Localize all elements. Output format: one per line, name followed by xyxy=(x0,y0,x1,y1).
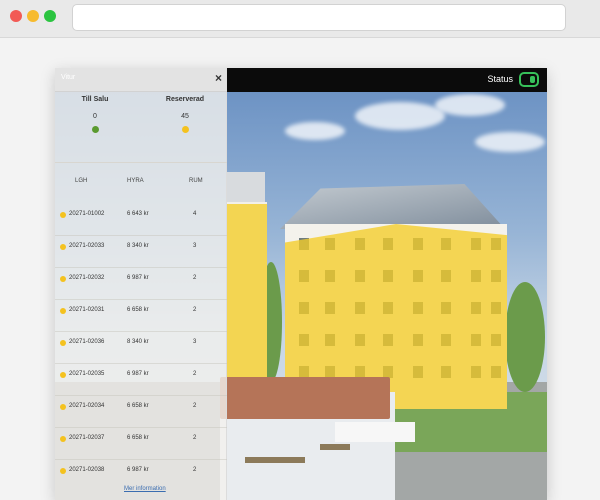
yellow-status-dot-icon xyxy=(181,126,189,133)
green-status-dot-icon xyxy=(91,126,99,133)
apartment-rooms: 3 xyxy=(193,339,197,345)
summary-label: Till Salu xyxy=(81,96,109,103)
status-dot-icon xyxy=(60,436,66,442)
apartment-id: 20271-02036 xyxy=(69,339,105,345)
apartment-id: 20271-02032 xyxy=(69,275,105,281)
table-row[interactable]: 20271-02034 6 658 kr 2 xyxy=(55,396,227,428)
status-dot-icon xyxy=(60,372,66,378)
cloud xyxy=(475,132,545,152)
status-toggle[interactable] xyxy=(519,72,539,87)
status-dot-icon xyxy=(60,244,66,250)
apartment-id: 20271-02034 xyxy=(69,403,105,409)
apartment-rent: 6 658 kr xyxy=(127,403,149,409)
table-row[interactable]: 20271-02037 6 658 kr 2 xyxy=(55,428,227,460)
summary-count: 0 xyxy=(93,113,97,120)
status-dot-icon xyxy=(60,308,66,314)
apartment-rent: 6 643 kr xyxy=(127,211,149,217)
apartment-rooms: 2 xyxy=(193,307,197,313)
summary-count: 45 xyxy=(181,113,189,120)
apartment-rooms: 2 xyxy=(193,275,197,281)
table-row[interactable]: 20271-01002 6 643 kr 4 xyxy=(55,204,227,236)
summary-for-sale[interactable]: Till Salu 0 xyxy=(65,96,125,138)
apartment-rent: 6 658 kr xyxy=(127,307,149,313)
more-info-link[interactable]: Mer information xyxy=(124,486,166,492)
apartment-rent: 6 658 kr xyxy=(127,435,149,441)
status-label: Status xyxy=(487,74,513,84)
apartment-rent: 6 987 kr xyxy=(127,275,149,281)
status-dot-icon xyxy=(60,212,66,218)
apartment-rent: 6 987 kr xyxy=(127,371,149,377)
building-viewer: Status Vitur × Till Salu 0 Reserverad 45… xyxy=(55,68,547,500)
column-header-hyra[interactable]: HYRA xyxy=(127,178,144,184)
status-dot-icon xyxy=(60,276,66,282)
apartment-rooms: 2 xyxy=(193,467,197,473)
green-roof xyxy=(220,377,390,419)
garage-window xyxy=(245,457,305,463)
close-window-icon[interactable] xyxy=(10,10,22,22)
toggle-knob xyxy=(530,76,535,83)
apartment-rent: 8 340 kr xyxy=(127,243,149,249)
apartment-rooms: 3 xyxy=(193,243,197,249)
apartment-panel: Vitur × Till Salu 0 Reserverad 45 LGH HY… xyxy=(55,68,227,500)
apartment-rooms: 2 xyxy=(193,435,197,441)
cloud xyxy=(355,102,445,130)
maximize-window-icon[interactable] xyxy=(44,10,56,22)
apartment-id: 20271-02031 xyxy=(69,307,105,313)
apartment-rent: 6 987 kr xyxy=(127,467,149,473)
table-row[interactable]: 20271-02035 6 987 kr 2 xyxy=(55,364,227,396)
apartment-id: 20271-02038 xyxy=(69,467,105,473)
garage-window xyxy=(320,444,350,450)
address-bar[interactable] xyxy=(72,4,566,31)
summary-label: Reserverad xyxy=(165,96,205,103)
cloud xyxy=(435,94,505,116)
close-icon[interactable]: × xyxy=(215,71,222,85)
panel-header: Vitur × xyxy=(55,68,227,92)
apartment-rooms: 2 xyxy=(193,403,197,409)
column-header-rum[interactable]: RUM xyxy=(189,178,203,184)
summary-reserved[interactable]: Reserverad 45 xyxy=(155,96,215,138)
tree xyxy=(505,282,545,392)
left-building-roof xyxy=(227,172,265,204)
panel-title: Vitur xyxy=(61,74,76,81)
apartment-rooms: 4 xyxy=(193,211,197,217)
divider xyxy=(55,162,227,163)
browser-toolbar xyxy=(0,0,600,38)
apartment-id: 20271-02033 xyxy=(69,243,105,249)
apartment-rooms: 2 xyxy=(193,371,197,377)
fence xyxy=(335,422,415,442)
apartment-rent: 8 340 kr xyxy=(127,339,149,345)
apartment-id: 20271-02037 xyxy=(69,435,105,441)
cloud xyxy=(285,122,345,140)
apartment-id: 20271-01002 xyxy=(69,211,105,217)
left-building-highlight[interactable] xyxy=(227,204,267,389)
minimize-window-icon[interactable] xyxy=(27,10,39,22)
table-row[interactable]: 20271-02032 6 987 kr 2 xyxy=(55,268,227,300)
viewer-topbar: Status xyxy=(227,68,547,92)
apartment-id: 20271-02035 xyxy=(69,371,105,377)
table-row[interactable]: 20271-02036 8 340 kr 3 xyxy=(55,332,227,364)
status-dot-icon xyxy=(60,468,66,474)
table-row[interactable]: 20271-02033 8 340 kr 3 xyxy=(55,236,227,268)
table-row[interactable]: 20271-02031 6 658 kr 2 xyxy=(55,300,227,332)
status-dot-icon xyxy=(60,404,66,410)
status-dot-icon xyxy=(60,340,66,346)
column-header-lgh[interactable]: LGH xyxy=(75,178,87,184)
